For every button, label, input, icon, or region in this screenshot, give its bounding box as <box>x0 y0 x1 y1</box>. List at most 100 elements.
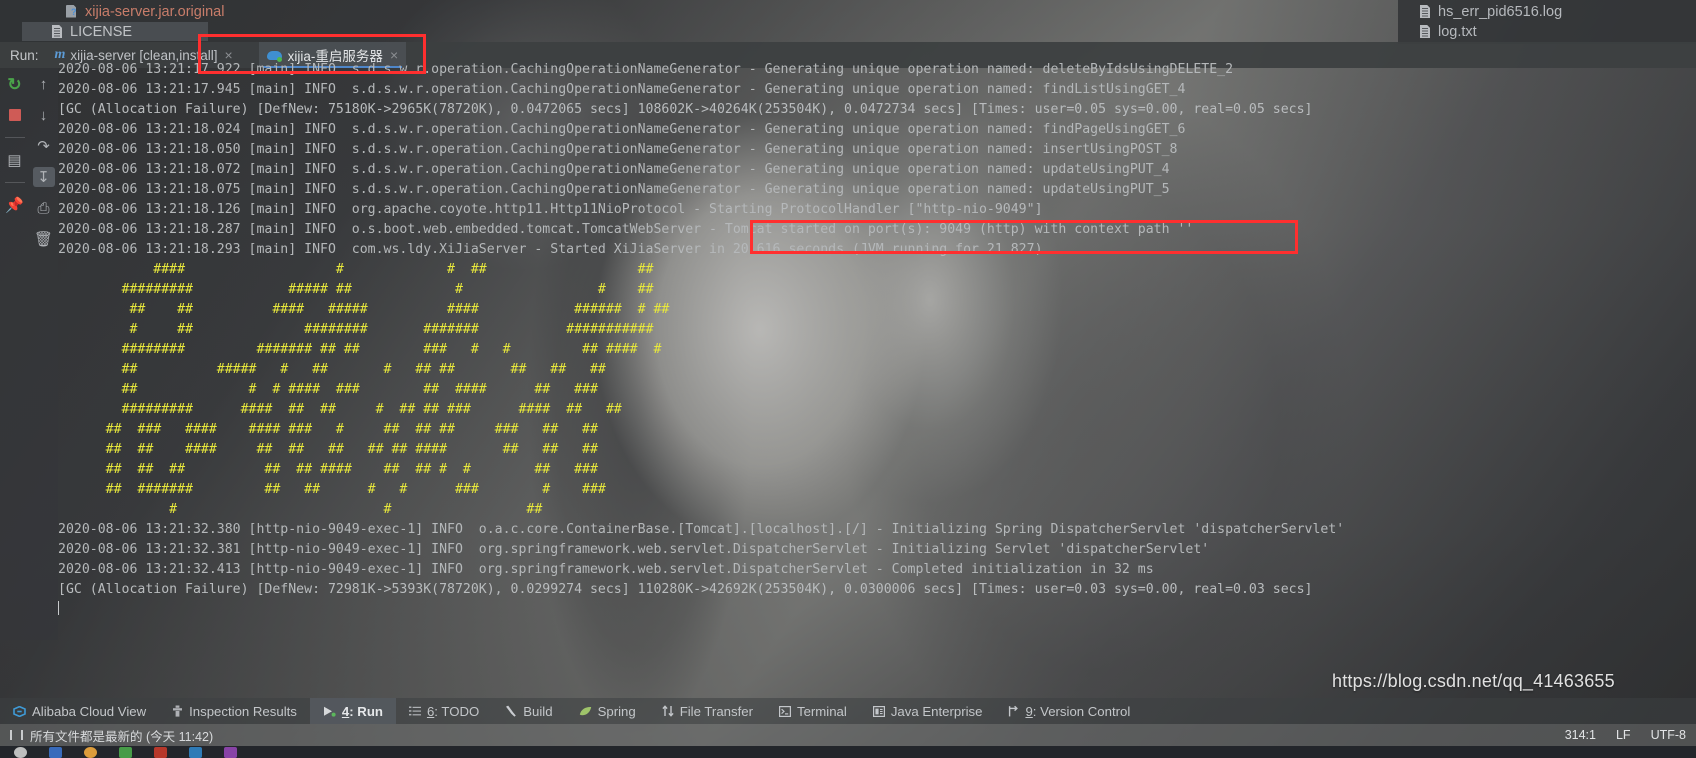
bottom-tab-label: Terminal <box>796 703 847 719</box>
console-log-line: 2020-08-06 13:21:18.024 [main] INFO s.d.… <box>58 122 1186 137</box>
bottom-tab-label: Java Enterprise <box>890 703 983 719</box>
jar-file-icon <box>66 5 79 20</box>
taskbar-icon[interactable] <box>119 746 132 758</box>
console-log-line: 2020-08-06 13:21:18.072 [main] INFO s.d.… <box>58 162 1170 177</box>
status-bar: 所有文件都是最新的 (今天 11:42) 314:1 LF UTF-8 <box>0 724 1696 746</box>
console-log-line: 2020-08-06 13:21:18.287 [main] INFO o.s.… <box>58 222 1194 237</box>
tree-item-label: log.txt <box>1438 24 1477 40</box>
bottom-tab-build[interactable]: Build <box>492 698 565 724</box>
bottom-tab-6-todo[interactable]: 6: TODO <box>396 698 492 724</box>
soft-wrap-icon[interactable]: ↷ <box>33 136 55 156</box>
alibaba-cloud-icon <box>13 705 26 717</box>
bottom-tab-label: File Transfer <box>679 703 753 719</box>
console-ascii-art-line: ## ##### # ## # ## ## ## ## ## <box>58 362 606 377</box>
scroll-to-end-icon[interactable]: ↧ <box>32 167 55 187</box>
bottom-tab-9-version-control[interactable]: 9: Version Control <box>995 698 1143 724</box>
status-message: 所有文件都是最新的 (今天 11:42) <box>30 729 214 744</box>
console-ascii-art-line: ######### #### ## ## # ## ## ### #### ##… <box>58 402 622 417</box>
taskbar-icon[interactable] <box>84 746 97 758</box>
console-ascii-art-line: ## ### #### #### ### # ## ## ## ### ## #… <box>58 422 598 437</box>
vcs-status-icon <box>10 730 23 740</box>
bottom-tab-label: Inspection Results <box>189 703 297 719</box>
inspection-icon <box>172 705 183 717</box>
console-log-line: 2020-08-06 13:21:32.413 [http-nio-9049-e… <box>58 562 1154 577</box>
layout-settings-icon[interactable]: ▤ <box>4 150 26 170</box>
console-ascii-art-line: # ## ######## ####### ########### <box>58 322 654 337</box>
status-bar-left: 所有文件都是最新的 (今天 11:42) <box>10 726 213 745</box>
hammer-icon <box>505 705 517 717</box>
todo-list-icon <box>408 706 421 716</box>
console-ascii-art-line: ######## ####### ## ## ### # # ## #### # <box>58 342 662 357</box>
bottom-tab-label: Build <box>523 703 553 719</box>
console-ascii-art-line: ######### ##### ## # # ## <box>58 282 654 297</box>
run-toolbar-column-primary: ↻ ▤ 📌 <box>0 68 29 640</box>
pin-icon[interactable]: 📌 <box>4 195 26 215</box>
bottom-tab-4-run[interactable]: 4: Run <box>309 698 396 724</box>
bottom-tab-inspection-results[interactable]: Inspection Results <box>159 698 310 724</box>
stop-button[interactable] <box>4 105 26 125</box>
console-ascii-art-line: ## # # #### ### ## #### ## ### <box>58 382 598 397</box>
console-ascii-art-line: ## ## ## ## ## #### ## ## # # ## ### <box>58 462 598 477</box>
branch-icon <box>1008 705 1019 717</box>
bottom-tool-window-bar: Alibaba Cloud View Inspection Results 4: R… <box>0 698 1696 724</box>
java-ee-icon <box>872 705 885 717</box>
tree-item-log-txt[interactable]: log.txt <box>1420 24 1477 40</box>
tree-item-xijia-server-jar-original[interactable]: xijia-server.jar.original <box>66 4 224 20</box>
bottom-tab-spring[interactable]: Spring <box>566 698 649 724</box>
bottom-tab-label: 6: TODO <box>426 703 480 719</box>
run-window-toolbar: ↻ ▤ 📌 ↑ ↓ ↷ ↧ ⎙ 🗑 <box>0 68 58 640</box>
bottom-tab-alibaba-cloud-view[interactable]: Alibaba Cloud View <box>0 698 159 724</box>
run-play-icon <box>323 706 336 717</box>
status-bar-right: 314:1 LF UTF-8 <box>1565 728 1686 742</box>
line-separator-indicator[interactable]: LF <box>1616 728 1631 742</box>
encoding-indicator[interactable]: UTF-8 <box>1651 728 1686 742</box>
bottom-tab-label: 4: Run <box>341 703 383 719</box>
tree-item-label: hs_err_pid6516.log <box>1438 4 1563 20</box>
console-caret-line <box>58 600 1696 620</box>
bottom-tab-label: 9: Version Control <box>1025 703 1131 719</box>
rerun-icon[interactable]: ↻ <box>4 74 26 94</box>
bottom-tab-file-transfer[interactable]: File Transfer <box>649 698 766 724</box>
file-icon <box>1420 5 1432 19</box>
tree-item-license[interactable]: LICENSE <box>52 24 132 40</box>
taskbar-icon[interactable] <box>154 746 167 758</box>
spring-leaf-icon <box>579 706 592 716</box>
console-ascii-art-line: ## ####### ## ## # # ### # ### <box>58 482 606 497</box>
project-tree-strip: xijia-server.jar.original LICENSE hs_err… <box>0 0 1696 44</box>
text-caret <box>58 601 59 615</box>
down-arrow-icon[interactable]: ↓ <box>33 105 55 125</box>
console-gc-line: [GC (Allocation Failure) [DefNew: 75180K… <box>58 102 1313 117</box>
console-log-line: 2020-08-06 13:21:18.293 [main] INFO com.… <box>58 242 1043 257</box>
up-arrow-icon[interactable]: ↑ <box>33 74 55 94</box>
file-icon <box>1420 25 1432 39</box>
console-ascii-art-line: # # ## <box>58 502 543 517</box>
tree-item-hs-err-log[interactable]: hs_err_pid6516.log <box>1420 4 1562 20</box>
transfer-arrows-icon <box>662 705 674 717</box>
console-ascii-art-line: #### # # ## ## <box>58 262 654 277</box>
trash-icon[interactable]: 🗑 <box>33 229 55 249</box>
console-log-line: 2020-08-06 13:21:17.922 [main] INFO s.d.… <box>58 62 1234 77</box>
console-gc-line: [GC (Allocation Failure) [DefNew: 72981K… <box>58 582 1313 597</box>
watermark-url: https://blog.csdn.net/qq_41463655 <box>1332 671 1615 691</box>
console-log-line: 2020-08-06 13:21:32.381 [http-nio-9049-e… <box>58 542 1210 557</box>
run-console-output[interactable]: 2020-08-06 13:21:17.922 [main] INFO s.d.… <box>58 60 1696 640</box>
tree-item-label: xijia-server.jar.original <box>85 4 225 20</box>
bottom-tab-label: Alibaba Cloud View <box>32 703 147 719</box>
console-ascii-art-line: ## ## #### ##### #### ###### # ## <box>58 302 670 317</box>
taskbar-icon[interactable] <box>224 746 237 758</box>
toolbar-divider <box>4 182 25 183</box>
print-icon[interactable]: ⎙ <box>33 198 55 218</box>
run-label: Run: <box>10 47 39 63</box>
run-toolbar-column-secondary: ↑ ↓ ↷ ↧ ⎙ 🗑 <box>29 68 58 640</box>
taskbar-icon[interactable] <box>49 746 62 758</box>
console-ascii-art-line: ## ## #### ## ## ## ## ## #### ## ## ## <box>58 442 598 457</box>
tree-item-label: LICENSE <box>70 24 133 40</box>
console-log-line: 2020-08-06 13:21:18.126 [main] INFO org.… <box>58 202 1043 217</box>
taskbar-icon[interactable] <box>14 746 27 758</box>
console-log-line: 2020-08-06 13:21:18.075 [main] INFO s.d.… <box>58 182 1170 197</box>
toolbar-divider <box>4 137 25 138</box>
bottom-tab-java-enterprise[interactable]: Java Enterprise <box>860 698 996 724</box>
taskbar-icon[interactable] <box>189 746 202 758</box>
caret-position-indicator[interactable]: 314:1 <box>1565 728 1596 742</box>
bottom-tab-terminal[interactable]: Terminal <box>766 698 860 724</box>
